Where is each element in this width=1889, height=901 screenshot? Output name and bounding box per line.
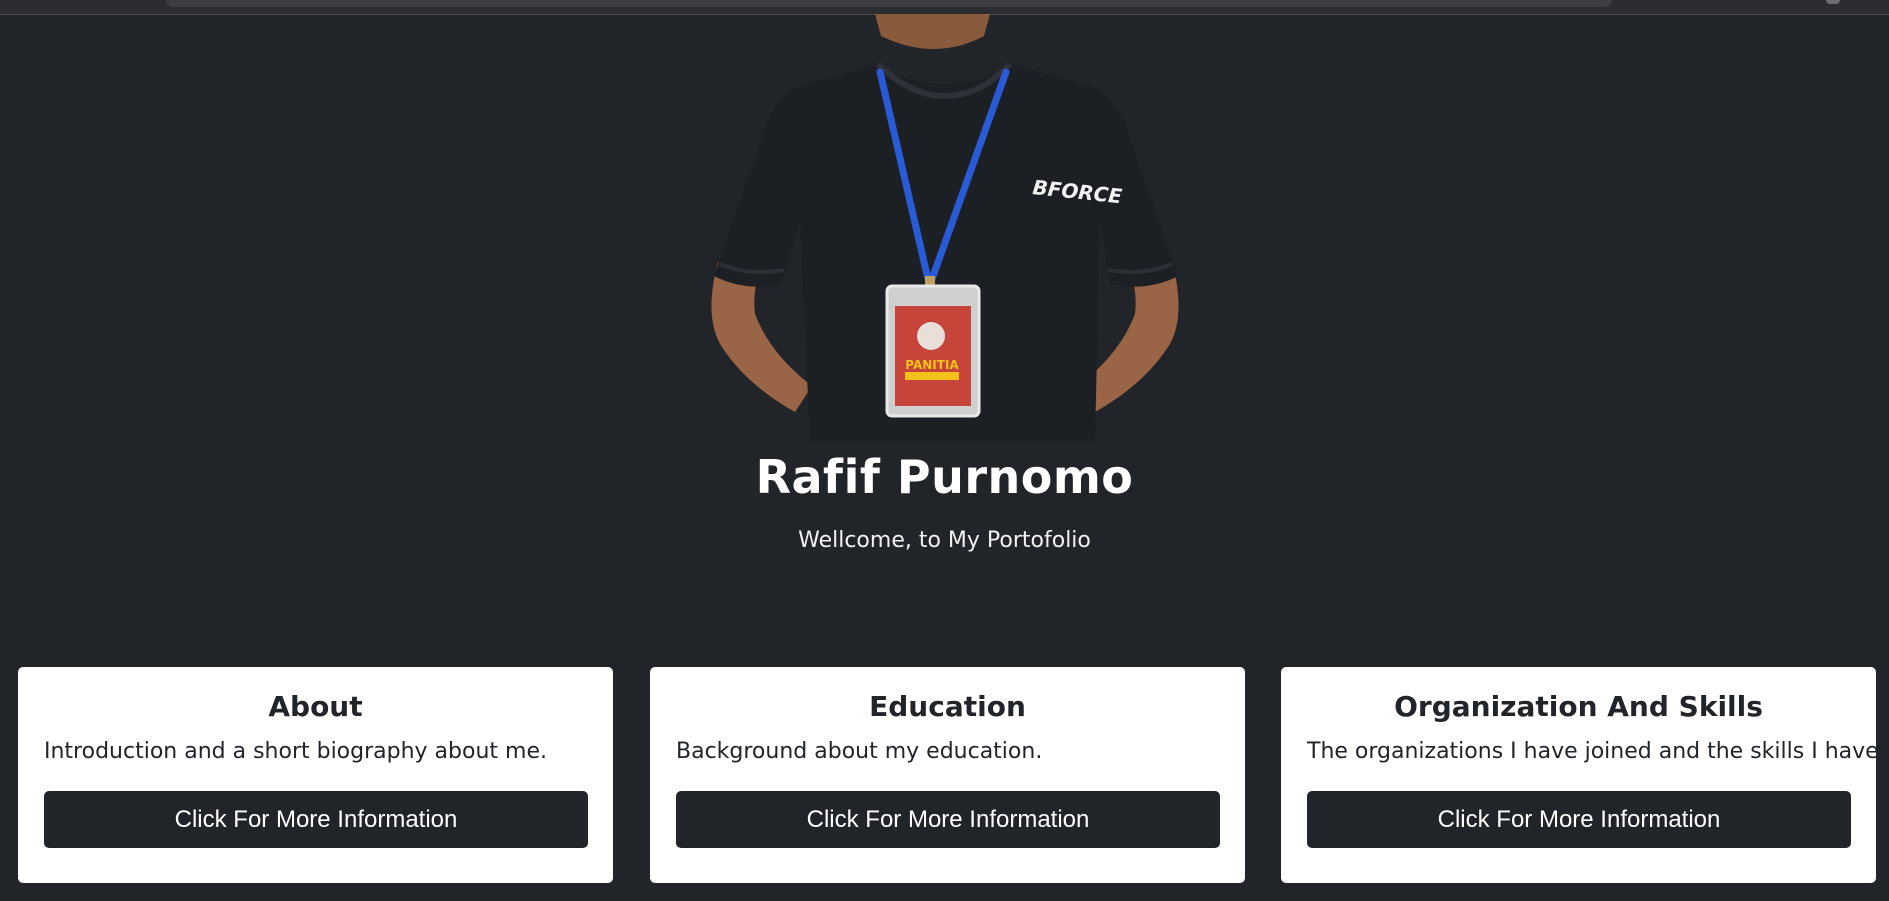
browser-extension-icon[interactable] [1826,0,1840,4]
badge-text: PANITIA [905,358,959,372]
card-title: Organization And Skills [1394,690,1763,723]
profile-photo: PANITIA BFORCE [700,14,1190,442]
about-card: About Introduction and a short biography… [18,667,613,883]
address-bar[interactable] [166,0,1612,7]
education-more-info-button[interactable]: Click For More Information [676,791,1220,848]
about-more-info-button[interactable]: Click For More Information [44,791,588,848]
browser-top-strip [0,0,1889,15]
card-title: About [268,690,363,723]
welcome-subtitle: Wellcome, to My Portofolio [798,528,1091,553]
card-description: The organizations I have joined and the … [1307,739,1886,764]
organization-skills-more-info-button[interactable]: Click For More Information [1307,791,1851,848]
education-card: Education Background about my education.… [650,667,1245,883]
organization-skills-card: Organization And Skills The organization… [1281,667,1886,883]
card-description: Background about my education. [676,739,1043,764]
card-description: Introduction and a short biography about… [44,739,547,764]
card-title: Education [869,690,1026,723]
page-title: Rafif Purnomo [755,450,1134,504]
